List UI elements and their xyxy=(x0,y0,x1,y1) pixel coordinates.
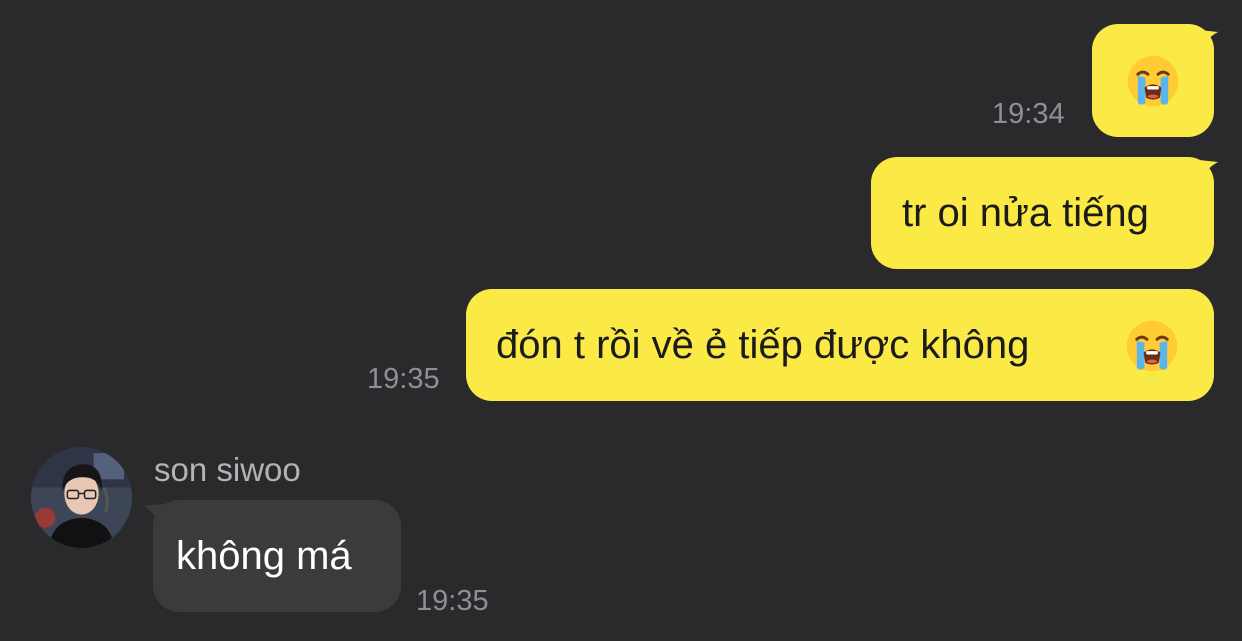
sender-name: son siwoo xyxy=(154,451,301,488)
message-timestamp: 19:35 xyxy=(416,585,489,617)
message-text: đón t rồi về ẻ tiếp được không xyxy=(496,323,1030,367)
outgoing-message-bubble[interactable]: đón t rồi về ẻ tiếp được không xyxy=(466,289,1214,401)
message-text: tr oi nửa tiếng xyxy=(902,191,1149,235)
message-text: không má xyxy=(176,534,352,578)
bubble-tail xyxy=(1180,158,1218,190)
loudly-crying-face-emoji xyxy=(1125,319,1179,373)
chat-thread: 19:34 tr oi nửa tiếng đón t rồi về ẻ tiế… xyxy=(0,0,1242,641)
incoming-message-bubble[interactable]: không má xyxy=(143,500,401,612)
loudly-crying-face-emoji xyxy=(1126,54,1180,108)
message-timestamp: 19:35 xyxy=(367,363,440,395)
message-timestamp: 19:34 xyxy=(992,98,1065,130)
outgoing-message-bubble[interactable] xyxy=(1092,24,1218,137)
outgoing-message-bubble[interactable]: tr oi nửa tiếng xyxy=(871,157,1218,269)
sender-avatar[interactable] xyxy=(31,447,132,548)
bubble-tail xyxy=(1180,28,1218,60)
bubble-tail xyxy=(143,502,181,534)
